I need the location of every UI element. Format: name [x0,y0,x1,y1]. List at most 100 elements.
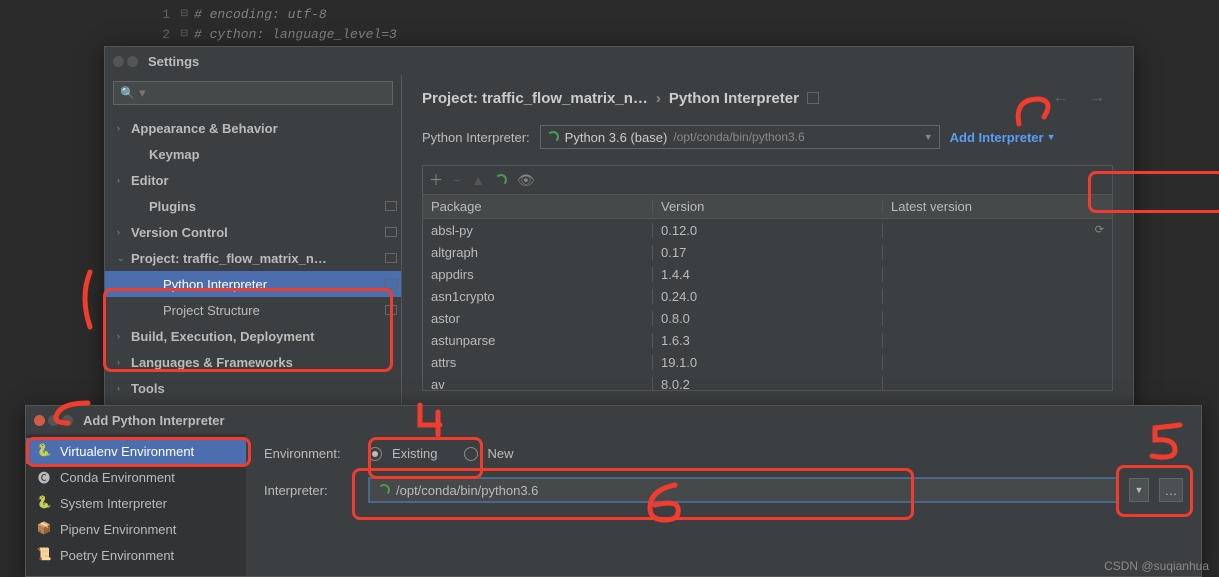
settings-tree: ›Appearance & Behavior Keymap ›EditorPlugi… [105,111,401,405]
editor-area: 1 ⊟ # encoding: utf-8 2 ⊟ # cython: lang… [150,0,1219,44]
settings-tree-item[interactable]: Project Structure [105,297,401,323]
package-row[interactable]: altgraph0.17 [423,241,1112,263]
minimize-icon[interactable] [127,56,138,67]
close-icon[interactable] [113,56,124,67]
tree-label: Build, Execution, Deployment [131,329,401,344]
env-type-item[interactable]: 🅒Conda Environment [26,464,246,490]
tree-label: Tools [131,381,401,396]
col-latest[interactable]: Latest version [883,199,1112,214]
environment-label: Environment: [264,446,358,461]
add-interpreter-dialog: Add Python Interpreter 🐍Virtualenv Envir… [25,405,1202,577]
radio-new[interactable] [464,447,478,461]
settings-tree-item[interactable]: ›Version Control [105,219,401,245]
package-row[interactable]: astunparse1.6.3 [423,329,1112,351]
settings-tree-item[interactable]: ›Appearance & Behavior [105,115,401,141]
interpreter-row: Python Interpreter: Python 3.6 (base) /o… [422,125,1113,149]
settings-tree-item[interactable]: Python Interpreter [105,271,401,297]
scope-indicator-icon [385,305,397,315]
add-interpreter-button[interactable]: Add Interpreter ▼ [950,130,1056,145]
settings-tree-item[interactable]: ›Languages & Frameworks [105,349,401,375]
settings-sidebar: 🔍 ▾ ›Appearance & BehaviorKeymap›EditorP… [105,75,402,405]
tree-label: Python Interpreter [163,277,385,292]
breadcrumb-sep: › [656,90,661,107]
breadcrumb-project[interactable]: Project: traffic_flow_matrix_n… [422,90,648,107]
scope-indicator-icon [385,227,397,237]
pkg-version: 19.1.0 [653,355,883,370]
package-row[interactable]: absl-py0.12.0 [423,219,1112,241]
settings-search-input[interactable]: 🔍 ▾ [113,81,393,105]
settings-title: Settings [148,54,199,69]
interpreter-path-dropdown[interactable]: ▼ [1129,478,1149,502]
settings-dialog: Settings 🔍 ▾ ›Appearance & Behavior Keyma… [104,46,1134,406]
search-caret: ▾ [139,85,146,101]
package-row[interactable]: attrs19.1.0 [423,351,1112,373]
radio-new-label[interactable]: New [488,446,514,461]
pkg-name: asn1crypto [423,289,653,304]
radio-existing-label[interactable]: Existing [392,446,438,461]
annotation-number-1 [75,267,105,337]
interpreter-name: Python 3.6 (base) [565,130,668,145]
col-package[interactable]: Package [423,199,653,214]
settings-tree-item[interactable]: Keymap [105,141,401,167]
close-icon[interactable] [34,415,45,426]
show-early-releases-button[interactable]: 👁 [517,172,535,189]
window-controls[interactable] [34,415,73,426]
add-interpreter-label: Add Interpreter [950,130,1044,145]
tree-label: Project: traffic_flow_matrix_n… [131,251,385,266]
env-icon: 🐍 [36,443,52,459]
radio-existing[interactable] [368,447,382,461]
add-dialog-main: Environment: Existing New Interpreter: /… [246,434,1201,576]
settings-tree-item[interactable]: ›Tools [105,375,401,401]
window-controls[interactable] [113,56,138,67]
add-package-button[interactable]: ＋ [429,170,443,190]
package-row[interactable]: appdirs1.4.4 [423,263,1112,285]
line-number: 1 [150,7,180,22]
remove-package-button[interactable]: − [453,172,461,188]
settings-tree-item[interactable]: ›Build, Execution, Deployment [105,323,401,349]
spinner-icon [378,484,390,496]
pkg-version: 0.24.0 [653,289,883,304]
minimize-icon[interactable] [48,415,59,426]
interpreter-select[interactable]: Python 3.6 (base) /opt/conda/bin/python3… [540,125,940,149]
fold-icon[interactable]: ⊟ [180,28,194,40]
spinner-icon [547,131,559,143]
nav-arrows[interactable]: ← → [1053,89,1113,107]
fold-icon[interactable]: ⊟ [180,8,194,20]
tree-label: Project Structure [163,303,385,318]
tree-caret-icon: › [117,331,131,341]
tree-caret-icon: ⌄ [117,253,131,264]
tree-label: Languages & Frameworks [131,355,401,370]
env-icon: 📜 [36,547,52,563]
settings-titlebar[interactable]: Settings [105,47,1133,75]
package-row[interactable]: astor0.8.0 [423,307,1112,329]
interpreter-path: /opt/conda/bin/python3.6 [673,130,804,144]
settings-tree-item[interactable]: ›Editor [105,167,401,193]
interpreter-path-label: Interpreter: [264,483,358,498]
spinner-icon [495,174,507,186]
tree-caret-icon: › [117,357,131,367]
env-type-item[interactable]: 🐍Virtualenv Environment [26,438,246,464]
env-type-item[interactable]: 📦Pipenv Environment [26,516,246,542]
interpreter-path-value: /opt/conda/bin/python3.6 [396,483,538,498]
upgrade-package-button[interactable]: ▲ [471,172,485,188]
env-type-item[interactable]: 📜Poetry Environment [26,542,246,568]
pkg-version: 1.6.3 [653,333,883,348]
settings-tree-item[interactable]: Plugins [105,193,401,219]
package-row[interactable]: asn1crypto0.24.0 [423,285,1112,307]
search-icon: 🔍 [120,86,135,100]
tree-caret-icon: › [117,383,131,393]
interpreter-path-input[interactable]: /opt/conda/bin/python3.6 [368,477,1119,503]
col-version[interactable]: Version [653,199,883,214]
interpreter-path-browse[interactable]: … [1159,478,1183,502]
pkg-version: 0.17 [653,245,883,260]
package-row[interactable]: av8.0.2 [423,373,1112,390]
tree-caret-icon: › [117,227,131,237]
maximize-icon[interactable] [62,415,73,426]
tree-label: Keymap [149,147,401,162]
env-label: System Interpreter [60,496,167,511]
settings-tree-item[interactable]: ⌄Project: traffic_flow_matrix_n… [105,245,401,271]
pkg-name: av [423,377,653,391]
add-dialog-titlebar[interactable]: Add Python Interpreter [26,406,1201,434]
env-type-item[interactable]: 🐍System Interpreter [26,490,246,516]
scope-indicator-icon [385,201,397,211]
